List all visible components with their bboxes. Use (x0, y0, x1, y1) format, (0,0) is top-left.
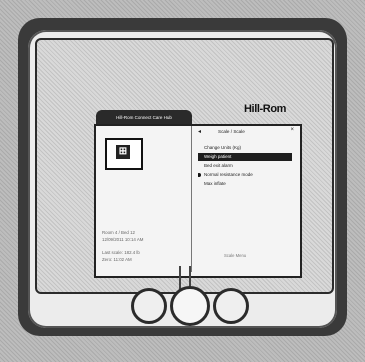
patient-info-line: 12/09/2011 10:14 AM (102, 237, 144, 242)
patient-card-icon[interactable]: ⊞ (105, 138, 143, 170)
menu-header-label: Scale / Scale (218, 129, 245, 134)
right-nav-button[interactable] (213, 288, 249, 324)
patient-extra-line: Last scale: 182.4 lb (102, 250, 140, 255)
menu-item-max-inflate[interactable]: Max inflate (198, 180, 292, 188)
brand-logo: Hill-Rom (244, 103, 287, 115)
menu-item-normal-mode[interactable]: Normal resistance mode (198, 171, 292, 179)
back-arrow-icon[interactable]: ◂ (198, 128, 201, 135)
menu-header: ◂ Scale / Scale × (198, 127, 294, 138)
menu-item-weigh-patient[interactable]: Weigh patient (198, 153, 292, 161)
bed-glyph-icon: ⊞ (116, 145, 130, 159)
menu-item-change-units[interactable]: Change Units (Kg) (198, 144, 292, 152)
patient-info-line: Room 4 / Bed 12 (102, 230, 135, 235)
left-nav-button[interactable] (131, 288, 167, 324)
menu-footer: Scale Menu (224, 253, 247, 258)
close-icon[interactable]: × (290, 127, 294, 133)
panel-divider (191, 126, 192, 272)
bullet-icon (198, 173, 201, 177)
select-button[interactable] (170, 286, 210, 326)
patient-extra-line: Zero: 11:02 AM (102, 257, 132, 262)
hardware-button-row (125, 286, 255, 330)
menu-item-bed-exit[interactable]: Bed exit alarm (198, 162, 292, 170)
